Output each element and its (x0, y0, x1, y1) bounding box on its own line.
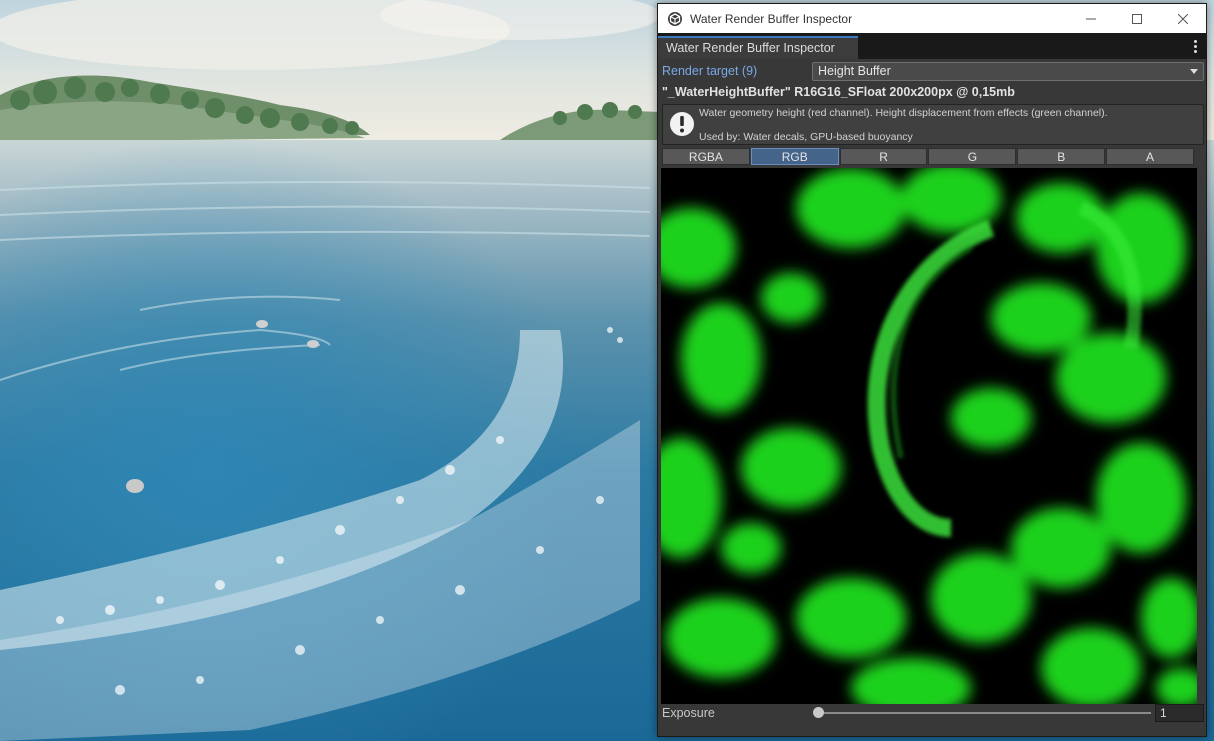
maximize-button[interactable] (1114, 4, 1160, 33)
exposure-label: Exposure (662, 706, 715, 720)
tab-water-render-buffer-inspector[interactable]: Water Render Buffer Inspector (658, 36, 858, 59)
exposure-row: Exposure 1 (658, 704, 1206, 724)
help-description: Water geometry height (red channel). Hei… (699, 107, 1108, 119)
buffer-info: "_WaterHeightBuffer" R16G16_SFloat 200x2… (662, 85, 1015, 99)
render-target-label: Render target (9) (662, 64, 758, 78)
render-target-row: Render target (9) Height Buffer (658, 62, 1206, 82)
channel-toggle-group: RGBA RGB R G B A (662, 148, 1195, 165)
close-button[interactable] (1160, 4, 1206, 33)
channel-button-a[interactable]: A (1106, 148, 1194, 165)
tab-strip: Water Render Buffer Inspector (658, 33, 1206, 59)
minimize-icon (1086, 18, 1096, 19)
help-box: Water geometry height (red channel). Hei… (662, 104, 1204, 145)
channel-button-b[interactable]: B (1017, 148, 1106, 165)
exposure-value-field[interactable]: 1 (1155, 704, 1204, 722)
buffer-preview-image (661, 168, 1197, 704)
render-target-selected: Height Buffer (818, 64, 891, 78)
render-target-dropdown[interactable]: Height Buffer (812, 62, 1204, 81)
more-options-icon[interactable] (1190, 38, 1200, 54)
info-icon (670, 112, 694, 136)
close-icon (1178, 13, 1188, 24)
window-title: Water Render Buffer Inspector (690, 11, 853, 26)
maximize-icon (1132, 13, 1142, 24)
minimize-button[interactable] (1068, 4, 1114, 33)
title-bar[interactable]: Water Render Buffer Inspector (658, 4, 1206, 33)
channel-button-rgba[interactable]: RGBA (662, 148, 750, 165)
channel-button-rgb[interactable]: RGB (750, 148, 839, 165)
help-used-by: Used by: Water decals, GPU-based buoyanc… (699, 131, 913, 143)
exposure-slider-thumb[interactable] (812, 707, 824, 718)
exposure-slider-track[interactable] (818, 712, 1151, 714)
inspector-window: Water Render Buffer Inspector Water Rend… (657, 3, 1207, 737)
channel-button-g[interactable]: G (928, 148, 1017, 165)
channel-button-r[interactable]: R (839, 148, 928, 165)
unity-logo-icon (668, 11, 682, 26)
dropdown-arrow-icon (1190, 69, 1198, 74)
